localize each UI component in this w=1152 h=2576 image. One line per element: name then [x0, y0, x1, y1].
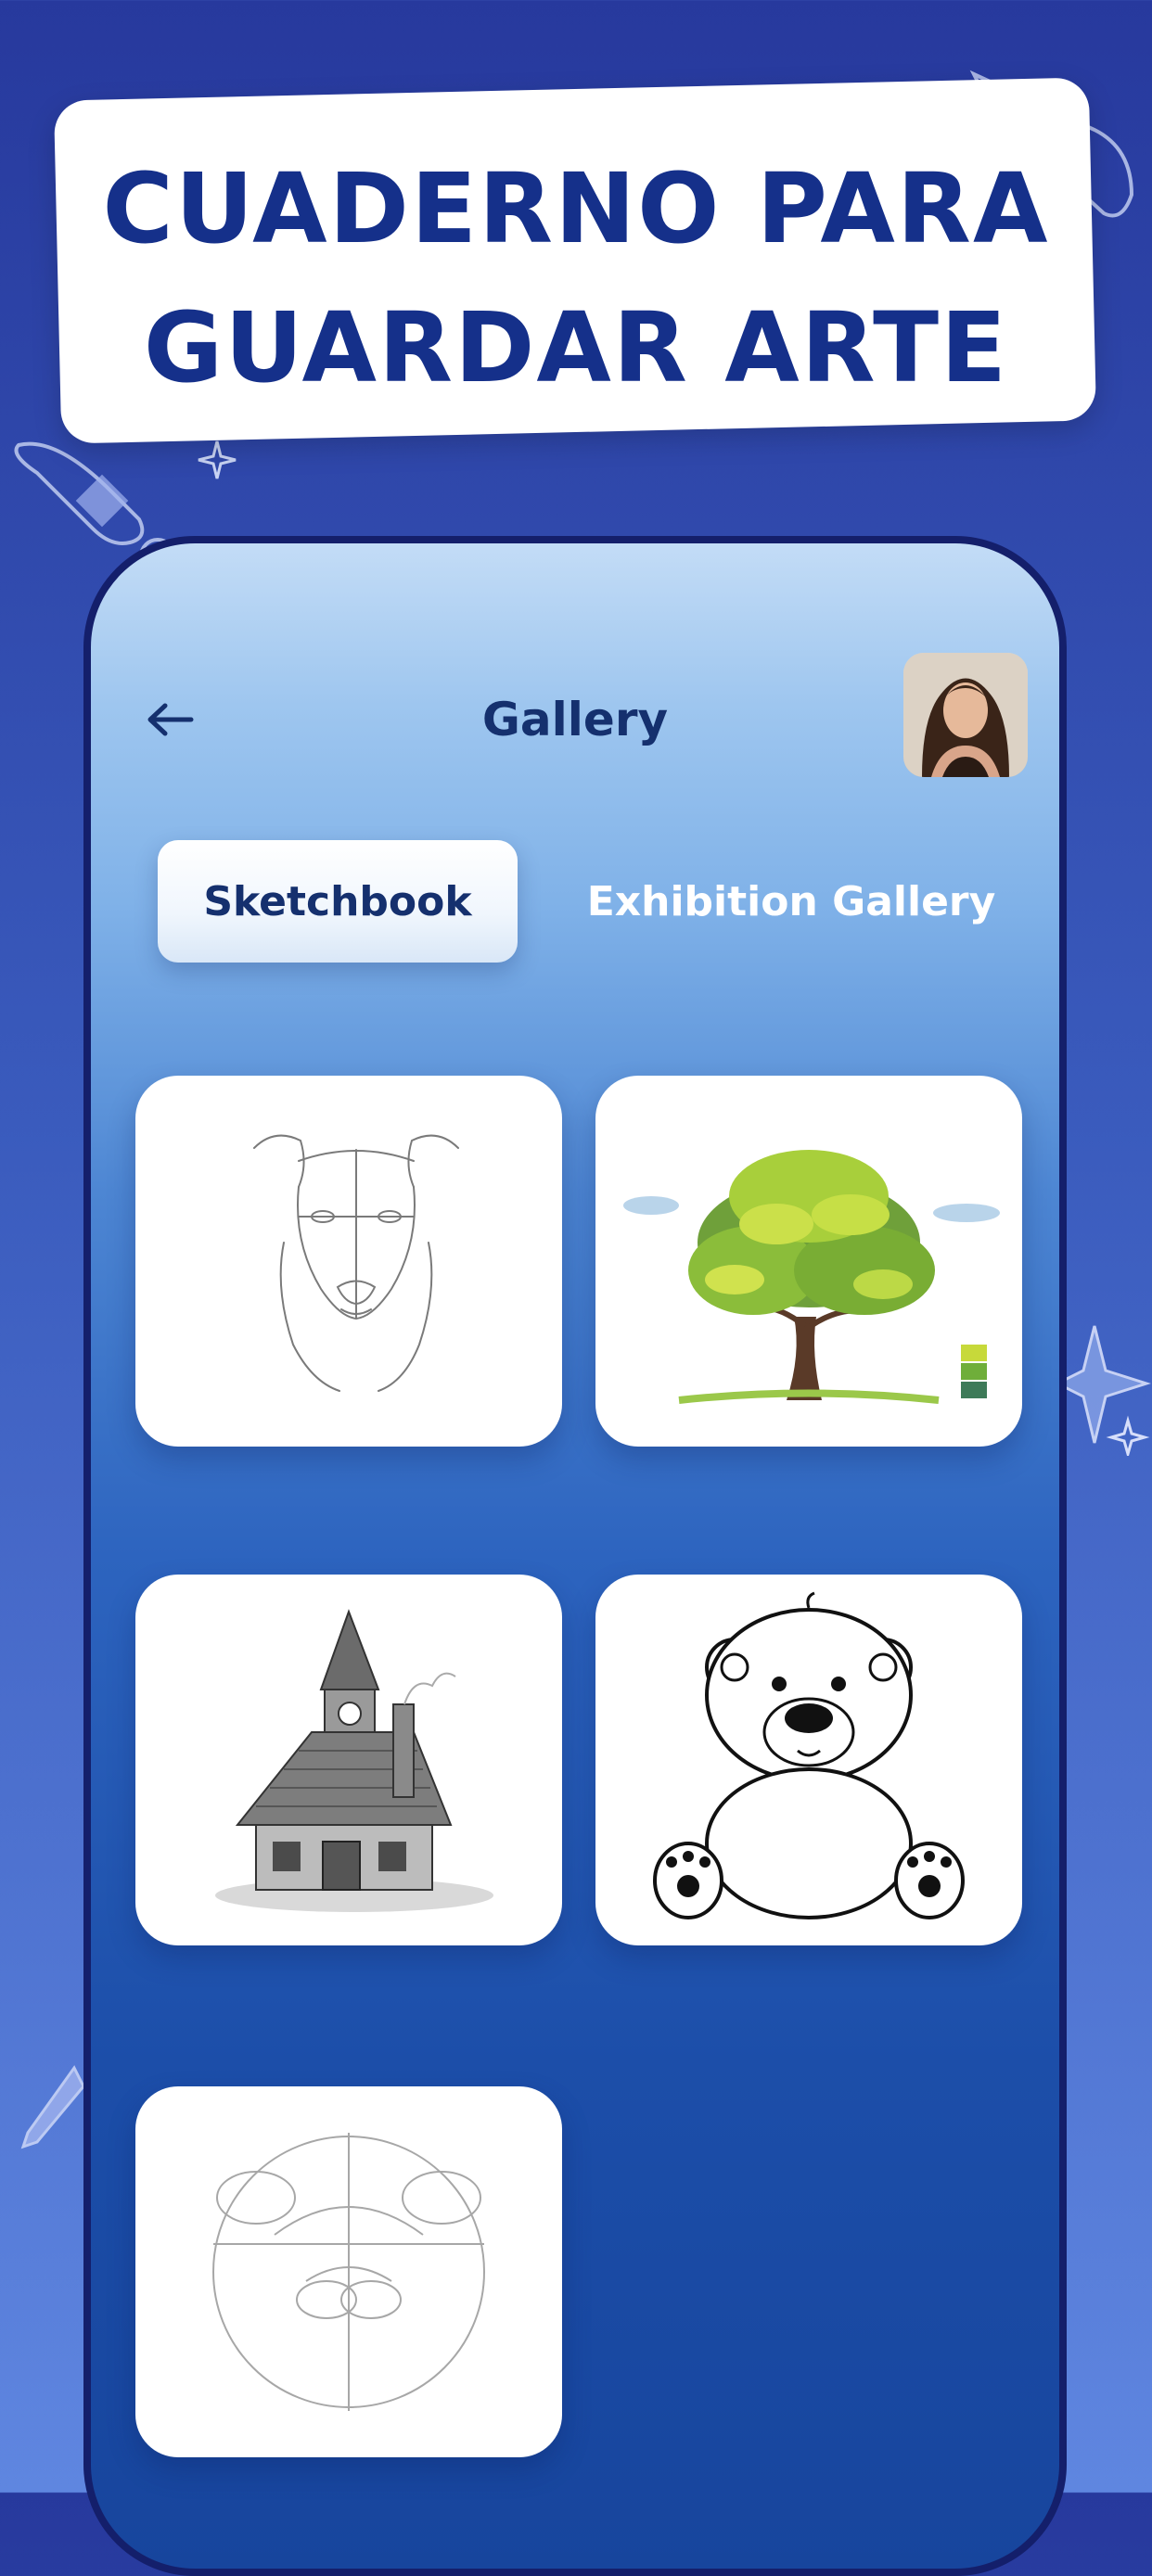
tree-painting-image — [623, 1150, 1000, 1404]
headline-text: CUADERNO PARA GUARDAR ARTE — [56, 139, 1096, 417]
teddy-bear-image — [653, 1591, 965, 1919]
gallery-item-dog-sketch[interactable] — [135, 1076, 562, 1447]
house-sketch-image — [215, 1609, 493, 1912]
gallery-item-teddy-bear-drawing[interactable] — [595, 1575, 1022, 1945]
gallery-item-bear-face-guidelines[interactable] — [135, 2086, 562, 2457]
dog-sketch-image — [253, 1134, 459, 1392]
avatar-photo-icon — [903, 653, 1028, 777]
sparkle-deco-icon — [198, 440, 237, 479]
pencil-tip-deco-icon — [20, 2065, 85, 2149]
gallery-item-house-sketch[interactable] — [135, 1575, 562, 1945]
phone-frame: Gallery Sketchbook Exhibition Gallery — [83, 536, 1067, 2576]
headline-line-1: CUADERNO PARA — [102, 152, 1050, 265]
tab-exhibition-gallery[interactable]: Exhibition Gallery — [573, 840, 1009, 963]
headline-line-2: GUARDAR ARTE — [143, 291, 1009, 404]
bear-guidelines-image — [212, 2133, 485, 2411]
tab-sketchbook[interactable]: Sketchbook — [158, 840, 518, 963]
gallery-item-tree-painting[interactable] — [595, 1076, 1022, 1447]
star-deco-icon — [1057, 1325, 1151, 1456]
avatar[interactable] — [903, 653, 1028, 777]
